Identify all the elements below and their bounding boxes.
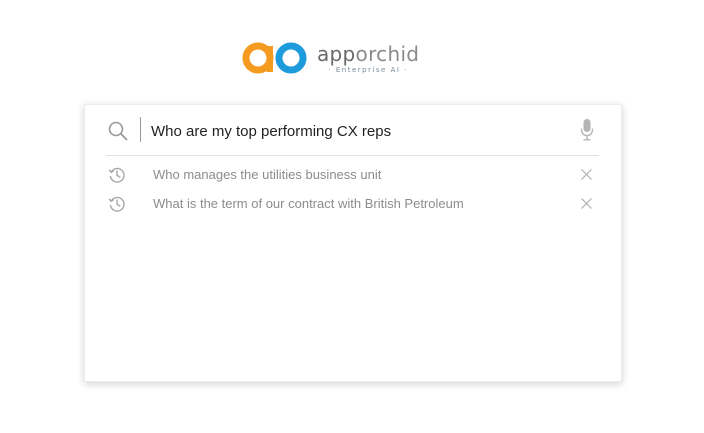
microphone-icon[interactable]	[580, 118, 594, 147]
close-icon[interactable]	[580, 197, 593, 215]
close-icon[interactable]	[580, 168, 593, 186]
search-icon[interactable]	[108, 121, 128, 146]
brand-logo: apporchid · Enterprise AI ·	[242, 40, 419, 76]
brand-tagline: · Enterprise AI ·	[328, 65, 408, 74]
suggestion-item[interactable]: Who manages the utilities business unit	[85, 160, 621, 189]
suggestion-list: Who manages the utilities business unit …	[85, 160, 621, 218]
suggestion-text[interactable]: Who manages the utilities business unit	[153, 167, 381, 182]
search-bar	[85, 105, 621, 155]
search-separator	[140, 117, 141, 142]
suggestion-text[interactable]: What is the term of our contract with Br…	[153, 196, 464, 211]
apporchid-logo-mark	[242, 42, 307, 74]
search-input[interactable]	[151, 119, 551, 143]
history-icon	[108, 166, 126, 189]
brand-wordmark: apporchid · Enterprise AI ·	[317, 43, 419, 74]
history-icon	[108, 195, 126, 218]
suggestion-item[interactable]: What is the term of our contract with Br…	[85, 189, 621, 218]
brand-name-suffix: orchid	[355, 41, 420, 66]
search-card: Who manages the utilities business unit …	[84, 104, 622, 382]
brand-name: apporchid	[317, 43, 419, 65]
search-divider	[106, 155, 599, 156]
brand-name-prefix: app	[317, 41, 356, 66]
